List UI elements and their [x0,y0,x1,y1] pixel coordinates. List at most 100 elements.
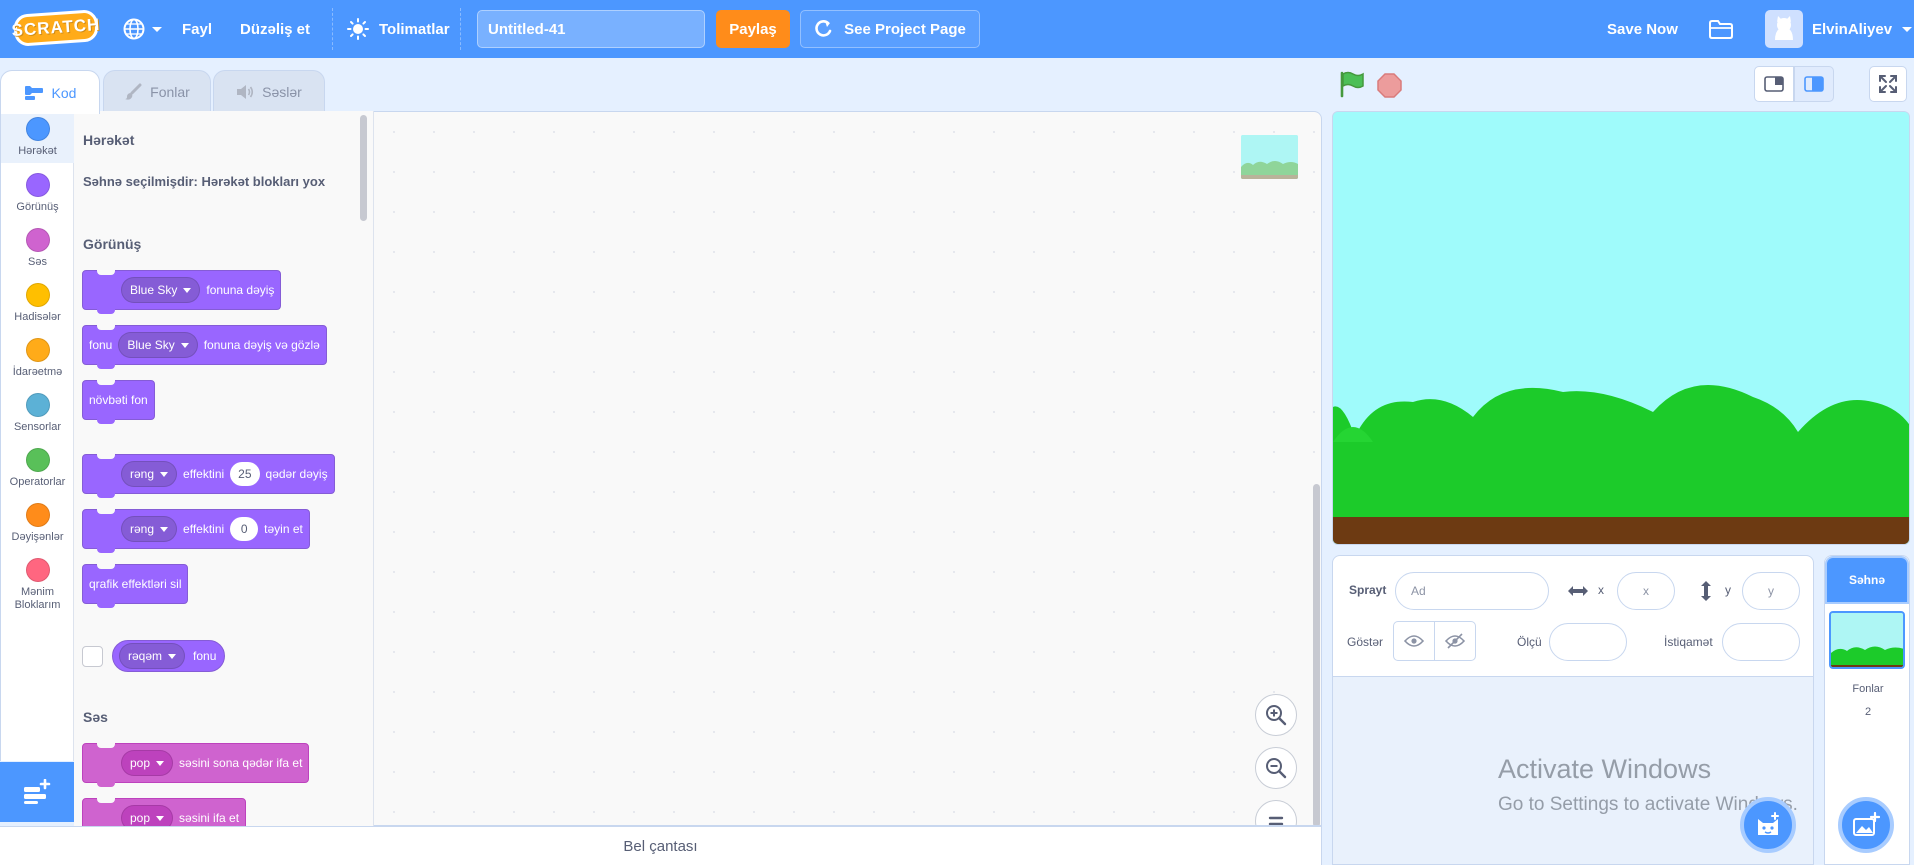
category-my-blocks[interactable]: Mənim Bloklarım [1,558,74,612]
caret-icon [160,526,169,532]
backpack-bar[interactable]: Bel çantası [0,826,1322,865]
choose-sprite-button[interactable] [1740,797,1796,853]
edit-menu[interactable]: Düzəliş et [240,0,310,58]
file-menu[interactable]: Fayl [182,0,212,58]
backdrop-dropdown[interactable]: Blue Sky [121,277,201,303]
zoom-reset-button[interactable] [1255,800,1297,825]
category-label: İdarəetmə [12,366,63,378]
category-events[interactable]: Hadisələr [1,283,74,324]
category-color-dot [25,448,50,472]
bulb-icon [347,18,369,40]
dropdown-value: rəng [130,522,155,536]
code-icon [24,85,43,100]
x-input[interactable]: x [1617,572,1675,610]
show-sprite-button[interactable] [1393,621,1435,661]
menu-bar: SCRATCH Fayl Düzəliş et Tolimatlar Untit… [0,0,1914,58]
see-project-label: See Project Page [844,20,966,38]
tab-costumes[interactable]: Fonlar [103,70,211,112]
tutorials-menu[interactable]: Tolimatlar [347,0,450,58]
block-text: qrafik effektləri sil [89,577,182,591]
stage-size-toggle [1754,66,1834,102]
stage[interactable] [1332,111,1910,545]
sound-dropdown[interactable]: pop [121,750,174,776]
script-area[interactable] [374,111,1322,826]
share-button[interactable]: Paylaş [716,10,790,48]
effect-dropdown[interactable]: rəng [121,516,178,542]
block-play-sound-until-done[interactable]: pop səsini sona qədər ifa et [82,743,310,787]
category-control[interactable]: İdarəetmə [1,338,74,379]
avatar-icon [1775,16,1793,40]
save-now-button[interactable]: Save Now [1607,0,1678,58]
block-set-effect[interactable]: rəng effektini 0 təyin et [82,509,310,553]
category-variables[interactable]: Dəyişənlər [1,503,74,544]
small-stage-button[interactable] [1754,66,1794,102]
workspace-scrollbar[interactable] [1313,484,1320,825]
language-menu[interactable] [122,0,164,58]
block-backdrop-reporter[interactable]: rəqəm fonu [112,640,226,672]
tab-sounds[interactable]: Səslər [213,70,325,112]
backdrop-thumbnail-image [1241,135,1298,179]
category-color-dot [25,338,50,362]
large-stage-icon [1804,76,1824,92]
dropdown-value: Blue Sky [127,338,175,352]
effect-amount-input[interactable]: 25 [230,462,260,486]
sprite-name-input[interactable]: Ad [1395,572,1549,610]
my-stuff-button[interactable] [1708,0,1734,58]
dropdown-value: Blue Sky [130,283,178,297]
dropdown-value: rəqəm [128,649,163,663]
block-switch-backdrop-wait[interactable]: fonu Blue Sky fonuna dəyiş və gözlə [82,325,327,369]
vertical-arrows-icon [1701,581,1711,601]
backdrop-number-dropdown[interactable]: rəqəm [119,643,186,669]
block-next-backdrop[interactable]: növbəti fon [82,380,155,424]
sprite-info-panel: Sprayt Ad x x y y Göstər Ölçü İstiqamət [1332,555,1814,677]
category-looks[interactable]: Görünüş [1,173,74,214]
hide-sprite-button[interactable] [1434,621,1476,661]
zoom-in-button[interactable] [1255,694,1297,736]
category-label: Operatorlar [9,476,66,488]
category-sound[interactable]: Səs [1,228,74,269]
block-switch-backdrop[interactable]: Blue Sky fonuna dəyiş [82,270,282,314]
speaker-icon [237,84,254,99]
backdrop-dropdown[interactable]: Blue Sky [118,332,198,358]
globe-icon [123,18,145,40]
block-text: fonuna dəyiş və gözlə [203,338,320,352]
category-color-dot [25,117,50,141]
large-stage-button[interactable] [1794,66,1834,102]
direction-input[interactable] [1722,623,1800,661]
zoom-out-button[interactable] [1255,747,1297,789]
category-sensing[interactable]: Sensorlar [1,393,74,434]
show-label: Göstər [1347,635,1384,649]
account-menu[interactable]: ElvinAliyev [1812,0,1914,58]
avatar[interactable] [1765,10,1803,48]
y-input[interactable]: y [1742,572,1800,610]
sound-dropdown[interactable]: pop [121,805,174,826]
palette-scrollbar[interactable] [360,115,367,221]
block-change-effect[interactable]: rəng effektini 25 qədər dəyiş [82,454,335,498]
category-motion[interactable]: Hərəkət [1,111,74,163]
block-start-sound[interactable]: pop səsini ifa et [82,798,247,826]
caret-icon [160,471,169,477]
category-operators[interactable]: Operatorlar [1,448,74,489]
dropdown-value: rəng [130,467,155,481]
fullscreen-button[interactable] [1869,66,1907,102]
scratch-logo[interactable]: SCRATCH [11,9,101,47]
looks-heading: Görünüş [83,236,142,252]
stage-thumbnail [1829,611,1905,669]
tab-code[interactable]: Kod [0,70,100,114]
category-label: Görünüş [16,201,59,213]
category-label: Sensorlar [13,421,62,433]
effect-value-input[interactable]: 0 [230,517,259,541]
block-clear-effects[interactable]: qrafik effektləri sil [82,564,189,608]
x-label: x [1598,583,1604,597]
add-extension-button[interactable] [0,762,74,822]
choose-backdrop-button[interactable] [1838,797,1894,853]
size-input[interactable] [1549,623,1627,661]
see-project-page-button[interactable]: See Project Page [800,10,980,48]
small-stage-icon [1764,76,1784,92]
project-title-input[interactable]: Untitled-41 [477,10,705,48]
block-text: effektini [183,467,225,481]
backdrop-monitor-checkbox[interactable] [82,646,103,667]
stop-button[interactable] [1377,73,1402,98]
effect-dropdown[interactable]: rəng [121,461,178,487]
green-flag-button[interactable] [1338,70,1366,101]
